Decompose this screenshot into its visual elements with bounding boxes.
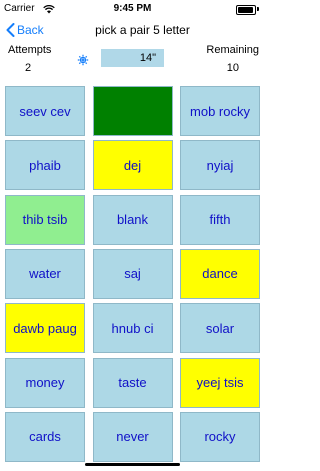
remaining-value: 10 bbox=[226, 62, 239, 74]
card-15[interactable]: solar bbox=[180, 303, 260, 354]
attempts-value: 2 bbox=[25, 62, 32, 74]
card-20[interactable]: never bbox=[92, 411, 173, 462]
card-13[interactable]: dawb paug bbox=[5, 303, 85, 354]
card-12[interactable]: dance bbox=[180, 248, 260, 299]
card-8[interactable]: blank bbox=[92, 194, 173, 245]
card-10[interactable]: water bbox=[5, 248, 85, 299]
card-2[interactable] bbox=[92, 86, 173, 136]
card-4[interactable]: phaib bbox=[5, 140, 85, 191]
card-5[interactable]: dej bbox=[92, 140, 173, 191]
status-bar: Carrier 9:45 PM bbox=[0, 0, 265, 20]
remaining-label: Remaining bbox=[206, 44, 259, 56]
card-18[interactable]: yeej tsis bbox=[180, 357, 260, 408]
card-19[interactable]: cards bbox=[5, 411, 85, 462]
back-button-label: Back bbox=[17, 23, 44, 37]
home-indicator bbox=[85, 463, 180, 466]
card-9[interactable]: fifth bbox=[180, 194, 260, 245]
back-button[interactable]: Back bbox=[6, 20, 44, 40]
card-6[interactable]: nyiaj bbox=[180, 140, 260, 191]
card-3[interactable]: mob rocky bbox=[180, 86, 260, 136]
card-14[interactable]: hnub ci bbox=[92, 303, 173, 354]
gear-icon[interactable] bbox=[77, 54, 89, 66]
card-1[interactable]: seev cev bbox=[5, 86, 85, 136]
stats-row: Attempts 2 14" Remaining 10 bbox=[0, 44, 265, 78]
timer-display: 14" bbox=[101, 49, 164, 67]
card-11[interactable]: saj bbox=[92, 248, 173, 299]
page-title: pick a pair 5 letter bbox=[95, 23, 190, 37]
navigation-bar: Back pick a pair 5 letter bbox=[0, 20, 265, 42]
card-21[interactable]: rocky bbox=[180, 411, 260, 462]
card-17[interactable]: taste bbox=[92, 357, 173, 408]
chevron-left-icon bbox=[6, 23, 15, 37]
attempts-label: Attempts bbox=[8, 44, 52, 56]
status-time: 9:45 PM bbox=[113, 3, 152, 14]
card-7[interactable]: thib tsib bbox=[5, 194, 85, 245]
card-16[interactable]: money bbox=[5, 357, 85, 408]
